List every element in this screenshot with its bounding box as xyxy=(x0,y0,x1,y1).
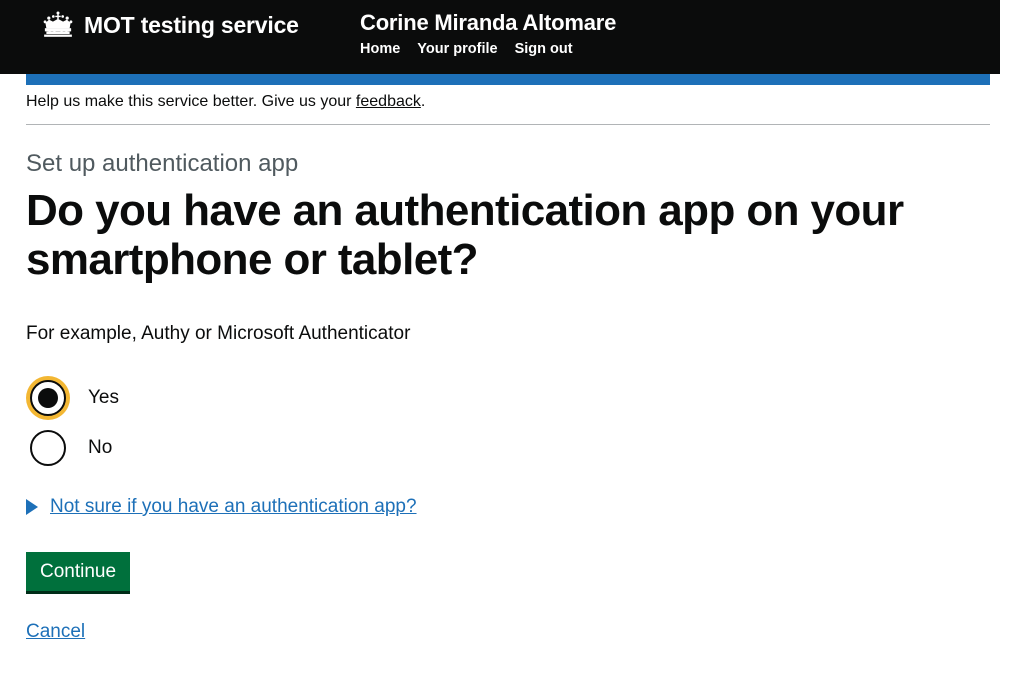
radio-option-no[interactable]: No xyxy=(26,424,966,472)
radio-label-yes[interactable]: Yes xyxy=(88,388,119,407)
continue-button[interactable]: Continue xyxy=(26,551,131,594)
service-brand-link[interactable]: MOT testing service xyxy=(40,10,299,40)
radio-option-yes[interactable]: Yes xyxy=(26,374,966,422)
main-content: Set up authentication app Do you have an… xyxy=(26,150,966,643)
feedback-link[interactable]: feedback xyxy=(356,93,421,110)
radio-group: Yes No xyxy=(26,374,966,472)
service-name: MOT testing service xyxy=(84,11,299,38)
radio-circle-no xyxy=(30,429,66,466)
cancel-link[interactable]: Cancel xyxy=(26,621,85,642)
radio-circle-yes xyxy=(30,379,66,416)
page-title: Do you have an authentication app on you… xyxy=(26,185,904,284)
nav-link-sign-out[interactable]: Sign out xyxy=(515,41,573,57)
site-header: MOT testing service Corine Miranda Altom… xyxy=(0,0,1000,74)
nav-link-home[interactable]: Home xyxy=(360,41,400,57)
radio-yes-control[interactable] xyxy=(26,375,70,420)
details-summary-text[interactable]: Not sure if you have an authentication a… xyxy=(50,496,417,518)
header-nav: Home Your profile Sign out xyxy=(360,41,616,57)
user-name: Corine Miranda Altomare xyxy=(360,10,617,35)
section-divider xyxy=(26,124,990,125)
user-block: Corine Miranda Altomare Home Your profil… xyxy=(360,10,616,57)
question-hint: For example, Authy or Microsoft Authenti… xyxy=(26,323,411,345)
details-disclosure[interactable]: Not sure if you have an authentication a… xyxy=(26,496,966,518)
radio-selected-dot xyxy=(38,387,58,408)
phase-banner-strip xyxy=(26,74,990,85)
crown-icon xyxy=(40,10,76,40)
nav-link-your-profile[interactable]: Your profile xyxy=(417,41,497,57)
chevron-right-icon xyxy=(26,498,38,515)
feedback-banner: Help us make this service better. Give u… xyxy=(26,92,425,112)
page-root: MOT testing service Corine Miranda Altom… xyxy=(0,0,1017,677)
feedback-text-before: Help us make this service better. Give u… xyxy=(26,93,356,110)
cancel-link-wrap: Cancel xyxy=(26,621,966,643)
feedback-text-after: . xyxy=(420,93,426,110)
radio-label-no[interactable]: No xyxy=(88,438,112,457)
radio-no-control[interactable] xyxy=(26,426,70,470)
page-caption: Set up authentication app xyxy=(26,150,299,177)
